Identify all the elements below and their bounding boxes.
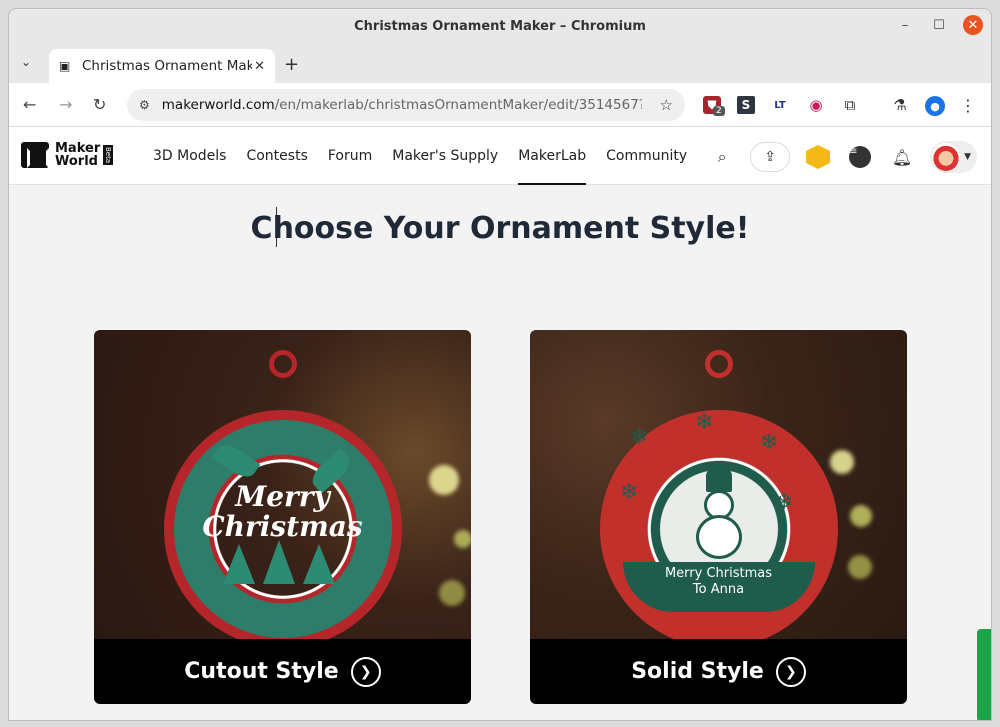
url-host: makerworld.com — [161, 97, 275, 113]
back-icon[interactable]: ← — [23, 95, 36, 114]
chevron-right-circle-icon: ❯ — [775, 656, 806, 687]
search-icon[interactable]: ⌕ — [708, 143, 736, 171]
nav-contests[interactable]: Contests — [246, 127, 307, 185]
snowman-body — [695, 515, 742, 559]
nav-forum[interactable]: Forum — [328, 127, 372, 185]
close-icon[interactable]: ✕ — [963, 15, 983, 35]
solid-style-card[interactable]: ❄ ❄ ❄ ❄ ❄ Merry Christmas To Anna Solid … — [530, 330, 907, 704]
main-nav: 3D Models Contests Forum Maker's Supply … — [153, 127, 687, 185]
makerworld-logo-icon — [21, 142, 49, 168]
nav-makerlab[interactable]: MakerLab — [518, 127, 586, 185]
trees-decoration — [222, 540, 343, 584]
window-controls: – ☐ ✕ — [895, 15, 983, 35]
title-bar: Christmas Ornament Maker – Chromium – ☐ … — [9, 9, 991, 43]
tab-strip: ⌄ ▣ Christmas Ornament Maker ✕ + — [9, 43, 991, 83]
upload-icon[interactable]: ⇪ — [750, 142, 791, 172]
ornament-hanger — [704, 350, 733, 378]
main-content: Choose Your Ornament Style! Merry Christ… — [9, 185, 991, 720]
labs-flask-icon[interactable]: ⚗ — [891, 96, 909, 114]
url-path: /en/makerlab/christmasOrnamentMaker/edit… — [274, 97, 642, 113]
chevron-down-icon: ▼ — [964, 152, 971, 162]
beta-badge: Beta — [103, 144, 114, 166]
nav-3d-models[interactable]: 3D Models — [153, 127, 226, 185]
ornament-text-name: To Anna — [692, 582, 745, 597]
cutout-style-card[interactable]: Merry Christmas Cutout Style ❯ — [94, 330, 471, 704]
cutout-card-footer[interactable]: Cutout Style ❯ — [94, 639, 471, 704]
browser-window: Christmas Ornament Maker – Chromium – ☐ … — [8, 8, 992, 721]
profile-icon[interactable]: ● — [925, 96, 945, 116]
points-icon[interactable] — [804, 143, 832, 171]
bookmark-star-icon[interactable]: ☆ — [660, 96, 673, 114]
cutout-style-label: Cutout Style — [184, 659, 339, 684]
reload-icon[interactable]: ↻ — [93, 95, 106, 114]
browser-menu-icon[interactable]: ⋮ — [959, 96, 977, 115]
extensions-puzzle-icon[interactable]: ⧉ — [841, 96, 859, 114]
makerworld-favicon-icon: ▣ — [59, 59, 71, 73]
ornament-hanger — [268, 350, 297, 378]
site-info-icon[interactable]: ⚙ — [139, 98, 150, 112]
solid-style-label: Solid Style — [631, 659, 764, 684]
window-title: Christmas Ornament Maker – Chromium — [354, 18, 646, 34]
lt-extension-icon[interactable]: LT — [771, 96, 789, 114]
solid-card-footer[interactable]: Solid Style ❯ — [530, 639, 907, 704]
extension-badge: 2 — [713, 106, 725, 116]
active-tab[interactable]: ▣ Christmas Ornament Maker ✕ — [49, 49, 275, 83]
new-tab-icon[interactable]: + — [284, 54, 299, 75]
avatar — [932, 143, 961, 171]
forward-icon[interactable]: → — [59, 95, 72, 114]
user-menu[interactable]: ▼ — [930, 141, 977, 173]
url-text[interactable]: makerworld.com/en/makerlab/christmasOrna… — [162, 97, 642, 113]
address-bar[interactable]: ⚙ makerworld.com/en/makerlab/christmasOr… — [127, 89, 685, 121]
notifications-bell-icon[interactable]: 🔔︎ — [888, 143, 916, 171]
ornament-text-christmas: Christmas — [202, 510, 363, 543]
snowman-hat — [705, 468, 732, 492]
tab-close-icon[interactable]: ✕ — [254, 59, 265, 74]
messages-icon[interactable]: ≡ — [846, 143, 874, 171]
page-title: Choose Your Ornament Style! — [250, 211, 750, 246]
tab-search-chevron-icon[interactable]: ⌄ — [21, 55, 31, 69]
logo-line-2: World — [55, 154, 98, 169]
nav-makers-supply[interactable]: Maker's Supply — [392, 127, 498, 185]
cutout-ornament-photo: Merry Christmas — [94, 330, 471, 648]
browser-toolbar: ← → ↻ ⚙ makerworld.com/en/makerlab/chris… — [9, 83, 991, 127]
solid-ornament-photo: ❄ ❄ ❄ ❄ ❄ Merry Christmas To Anna — [530, 330, 907, 648]
ornament-text-merry: Merry — [235, 480, 330, 513]
record-extension-icon[interactable]: ◉ — [807, 96, 825, 114]
makerworld-logo[interactable]: Maker World Beta — [21, 142, 114, 168]
chevron-right-circle-icon: ❯ — [350, 656, 381, 687]
nav-community[interactable]: Community — [606, 127, 687, 185]
s-extension-icon[interactable]: S — [737, 96, 755, 114]
header-actions: ⌕ ⇪ ≡ 🔔︎ ▼ — [708, 141, 977, 173]
minimize-icon[interactable]: – — [895, 15, 915, 35]
tab-title: Christmas Ornament Maker — [82, 58, 252, 74]
site-header: Maker World Beta 3D Models Contests Foru… — [9, 127, 991, 185]
ornament-text-greeting: Merry Christmas — [664, 566, 773, 581]
maximize-icon[interactable]: ☐ — [929, 15, 949, 35]
logo-text: Maker World — [55, 142, 100, 168]
feedback-side-tab[interactable] — [977, 629, 991, 720]
